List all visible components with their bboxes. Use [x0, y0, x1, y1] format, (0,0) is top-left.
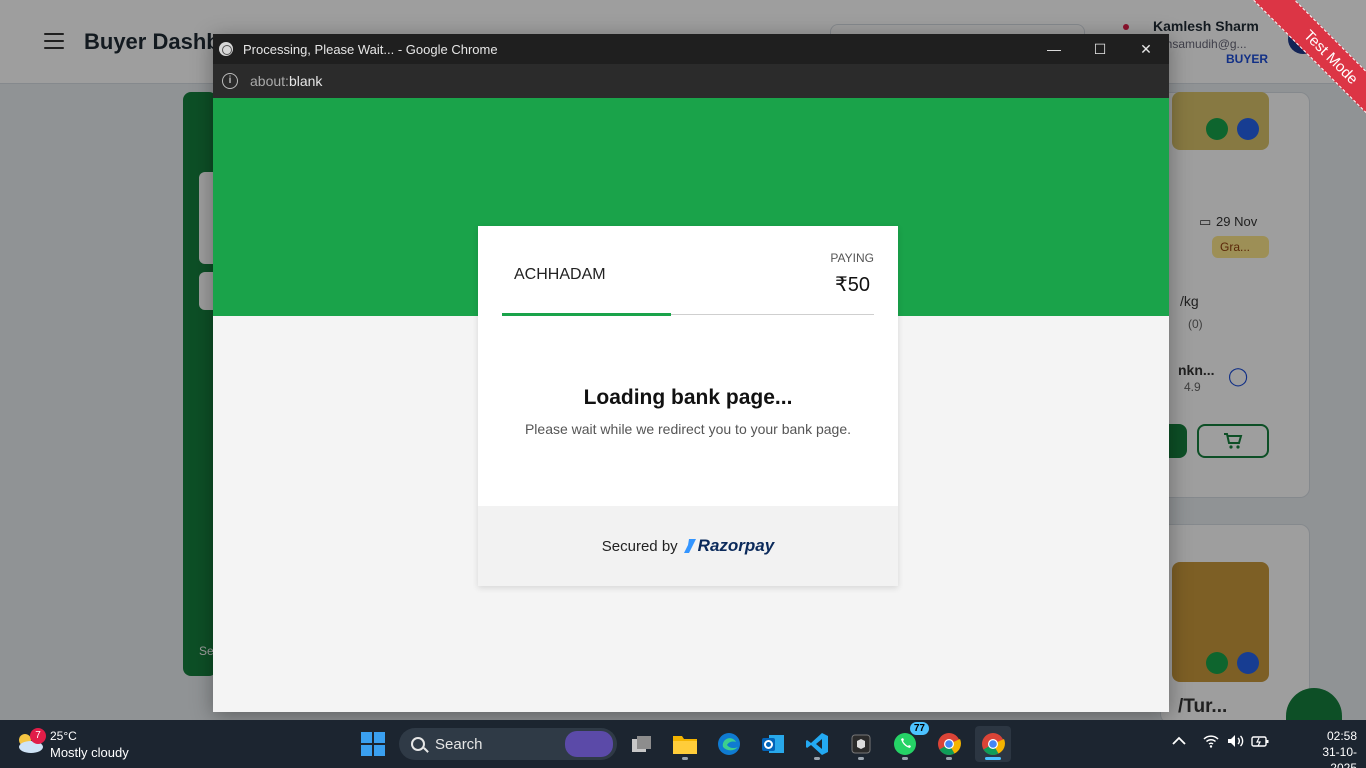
product-title: /Tur... [1178, 696, 1228, 717]
loading-title: Loading bank page... [583, 386, 793, 409]
volume-button[interactable] [1227, 734, 1245, 751]
calendar-icon: ▭ [1199, 214, 1212, 229]
chrome-profile-button[interactable] [931, 726, 967, 762]
task-view-icon [632, 736, 651, 752]
hamburger-menu-icon[interactable] [44, 33, 64, 49]
minimize-button[interactable]: — [1031, 34, 1077, 64]
clock-time: 02:58 [1326, 729, 1357, 743]
chrome-active-button[interactable] [975, 726, 1011, 762]
razorpay-mark-icon [683, 539, 696, 553]
product-price-unit: /kg [1180, 293, 1199, 309]
chat-icon[interactable]: ◯ [1228, 366, 1248, 387]
search-highlight-icon [565, 731, 613, 757]
wifi-icon [1203, 735, 1219, 748]
chrome-icon [938, 733, 961, 755]
organic-leaf-icon [1206, 652, 1228, 674]
taskbar-search-label: Search [435, 735, 483, 753]
battery-charging-icon [1251, 736, 1269, 747]
paying-label: PAYING [830, 251, 874, 265]
site-info-icon[interactable]: i [222, 73, 238, 89]
weather-alert-badge: 7 [30, 728, 46, 744]
show-hidden-icons-button[interactable] [1172, 734, 1186, 749]
loading-subtitle: Please wait while we redirect you to you… [524, 421, 852, 437]
running-indicator [946, 757, 952, 760]
start-button[interactable] [355, 726, 391, 762]
running-indicator [858, 757, 864, 760]
address-bar[interactable]: i about: blank [213, 64, 1169, 98]
chevron-up-icon [1172, 736, 1186, 745]
razorpay-brand-text: Razorpay [697, 536, 775, 555]
globe-icon [219, 42, 233, 56]
weather-description: Mostly cloudy [50, 745, 129, 760]
merchant-name: ACHHADAM [514, 266, 606, 283]
url-path: blank [288, 73, 323, 89]
weather-widget[interactable]: 7 25°C Mostly cloudy [16, 728, 146, 760]
seller-rating: 4.9 [1184, 380, 1201, 394]
sidebar-footer-text: Se [199, 644, 214, 658]
url-scheme: about: [250, 73, 289, 89]
chrome-icon [982, 733, 1005, 755]
app-box-button[interactable] [843, 726, 879, 762]
test-mode-label: Test Mode [1246, 0, 1366, 140]
search-icon [411, 737, 425, 751]
clock-date: 31-10-2025 [1322, 745, 1357, 768]
whatsapp-button[interactable]: 77 [887, 722, 929, 762]
vscode-button[interactable] [799, 726, 835, 762]
weather-temperature: 25°C [50, 729, 77, 743]
whatsapp-icon [894, 733, 916, 755]
product-date: 29 Nov [1216, 214, 1258, 229]
chrome-popup-window: Processing, Please Wait... - Google Chro… [213, 34, 1169, 712]
product-review-count: (0) [1188, 317, 1203, 331]
verified-check-icon [1237, 652, 1259, 674]
wifi-button[interactable] [1203, 734, 1219, 751]
maximize-button[interactable]: ☐ [1077, 34, 1123, 64]
test-mode-ribbon: Test Mode [1206, 0, 1366, 140]
window-title: Processing, Please Wait... - Google Chro… [243, 41, 498, 57]
dashboard-title: Buyer Dashb [84, 29, 220, 54]
add-to-cart-button[interactable] [1197, 424, 1269, 458]
speaker-icon [1228, 735, 1244, 747]
running-indicator [682, 757, 688, 760]
folder-icon [673, 736, 697, 754]
notification-dot [1123, 24, 1129, 30]
seller-name: nkn... [1178, 362, 1215, 378]
secured-by-label: Secured by [601, 537, 678, 555]
progress-indicator [502, 313, 671, 316]
task-view-button[interactable] [624, 726, 660, 762]
edge-button[interactable] [711, 726, 747, 762]
windows-logo-icon [361, 732, 385, 756]
grade-badge: Gra... [1212, 236, 1269, 258]
razorpay-logo: Razorpay [683, 536, 775, 556]
package-box-icon [851, 734, 871, 754]
system-clock[interactable]: 02:58 31-10-2025 [1305, 728, 1357, 768]
whatsapp-unread-badge: 77 [909, 722, 929, 735]
edge-browser-icon [718, 733, 740, 755]
taskbar-search[interactable]: Search [399, 728, 617, 760]
file-explorer-button[interactable] [667, 726, 703, 762]
running-indicator [902, 757, 908, 760]
secured-by-footer: Secured by Razorpay [478, 506, 898, 586]
running-indicator [814, 757, 820, 760]
close-button[interactable]: ✕ [1123, 34, 1169, 64]
outlook-icon [762, 735, 784, 753]
razorpay-checkout-card: ACHHADAM PAYING ₹50 Loading bank page...… [478, 226, 898, 586]
outlook-button[interactable] [755, 726, 791, 762]
active-indicator [985, 757, 1001, 760]
payment-amount: ₹50 [835, 274, 870, 296]
taskbar: 7 25°C Mostly cloudy Search 77 02:58 31-… [0, 720, 1366, 768]
vscode-icon [806, 733, 828, 755]
battery-button[interactable] [1251, 734, 1269, 751]
window-titlebar[interactable]: Processing, Please Wait... - Google Chro… [213, 34, 1169, 64]
checkout-page: ACHHADAM PAYING ₹50 Loading bank page...… [213, 98, 1169, 712]
cart-icon [1224, 433, 1243, 449]
